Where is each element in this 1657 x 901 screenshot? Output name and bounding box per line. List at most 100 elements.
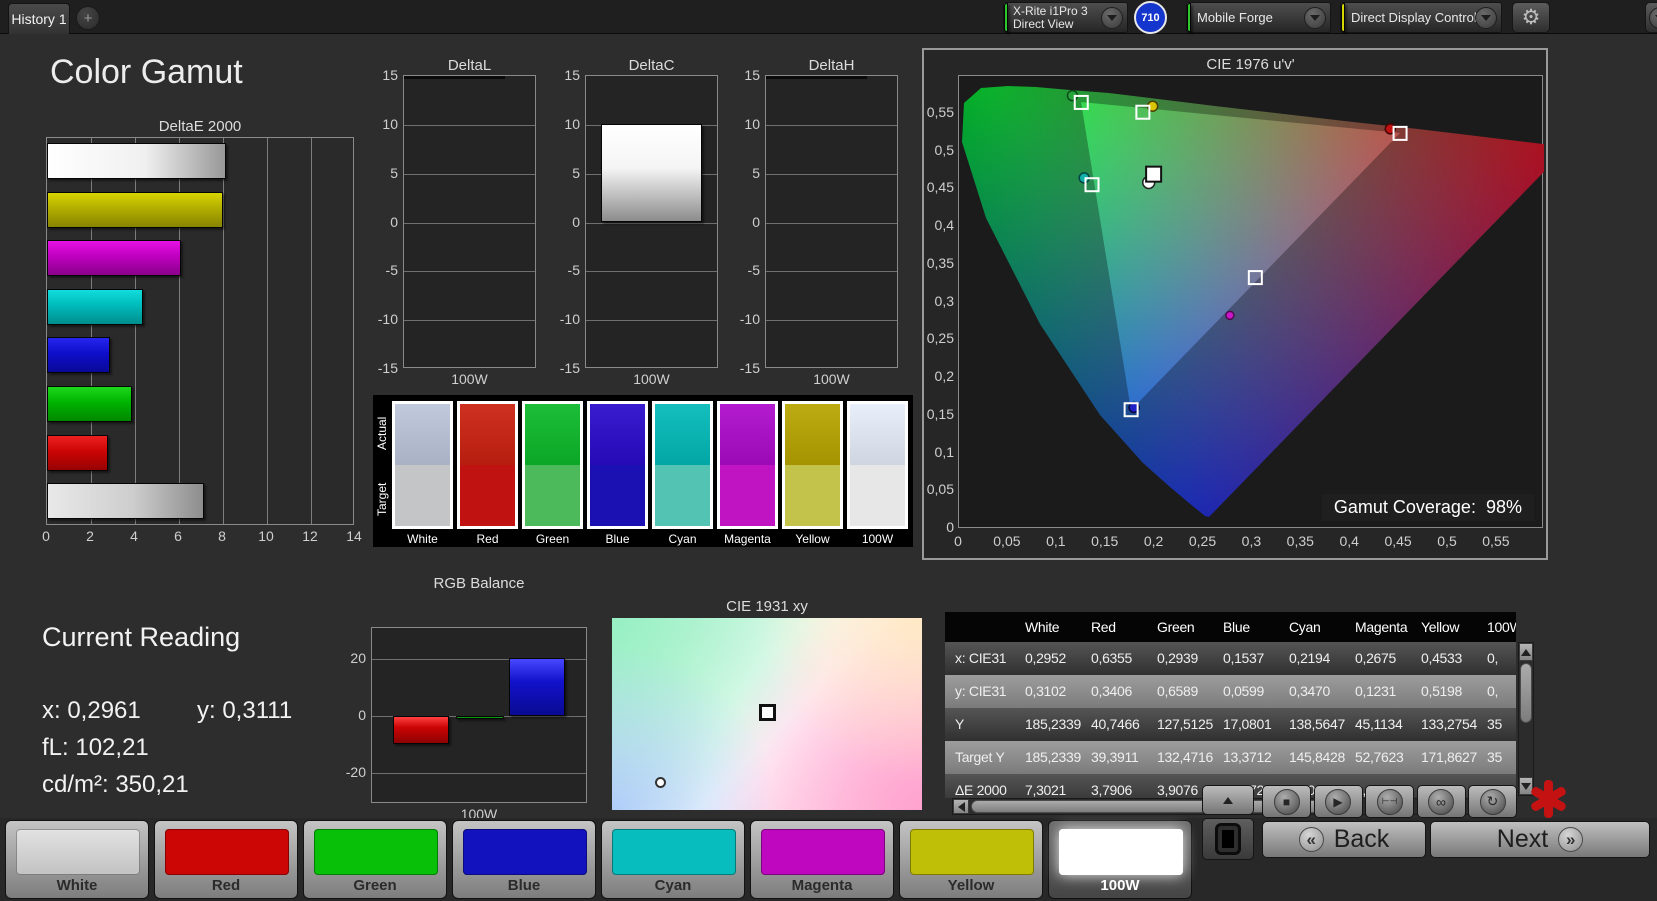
cie1931-target-marker (759, 704, 777, 722)
table-cell: 0,3406 (1091, 683, 1133, 699)
pattern-swatch (1059, 829, 1183, 875)
cie-x-tick: 0,2 (1143, 533, 1164, 549)
table-header-cell: White (1025, 619, 1060, 635)
cie-y-tick: 0,1 (934, 443, 954, 460)
cie1931-measured-marker (655, 777, 667, 789)
add-tab-button[interactable]: + (76, 6, 100, 30)
pattern-label: White (56, 877, 98, 894)
table-row: y: CIE31 0,3102 0,3406 0,6589 0,0599 0,3470 0,… (945, 675, 1516, 708)
pattern-button-yellow[interactable]: Yellow (899, 820, 1043, 899)
y-tick-label: 15 (744, 67, 760, 83)
target-swatch (460, 465, 515, 526)
top-bar: History 1 + X-Rite i1Pro 3 Direct View 71… (0, 0, 1657, 34)
source-status-bar (1187, 3, 1191, 32)
pattern-button-magenta[interactable]: Magenta (750, 820, 894, 899)
table-header-cell: 100W (1487, 619, 1516, 635)
table-cell: 0,2939 (1157, 650, 1199, 666)
actual-swatch (460, 404, 515, 465)
pattern-button-blue[interactable]: Blue (452, 820, 596, 899)
gridline (766, 173, 897, 175)
x-tick-label: 12 (302, 528, 318, 544)
deltae-bar-white (47, 143, 227, 179)
table-cell: 39,3911 (1091, 749, 1139, 765)
arrow-up-icon (1223, 796, 1233, 804)
gear-icon: ⚙ (1521, 6, 1541, 29)
vscroll-thumb[interactable] (1520, 663, 1532, 723)
pattern-button-red[interactable]: Red (154, 820, 298, 899)
pattern-swatch (314, 829, 438, 875)
table-cell: 35 (1487, 749, 1502, 765)
target-swatch (785, 465, 840, 526)
pattern-label: Green (353, 877, 397, 894)
gridline (766, 124, 897, 126)
delta-x-label: 100W (451, 371, 488, 387)
scroll-left-button[interactable] (953, 799, 969, 814)
y-tick-label: 15 (564, 67, 580, 83)
results-table: White Red Green Blue Cyan Magenta Yellow 100W x:… (945, 612, 1516, 798)
cie-x-tick: 0,35 (1286, 533, 1314, 549)
pattern-window-button[interactable] (1202, 818, 1254, 860)
pattern-button-cyan[interactable]: Cyan (601, 820, 745, 899)
pattern-swatch (761, 829, 885, 875)
cie-y-tick: 0,3 (934, 292, 954, 309)
x-tick-label: 4 (130, 528, 138, 544)
expand-patterns-button[interactable] (1202, 785, 1254, 815)
actual-swatch (395, 404, 450, 465)
table-header-cell: Cyan (1289, 619, 1321, 635)
display-control-dropdown[interactable]: Direct Display Control (1340, 2, 1502, 33)
stop-button[interactable]: ■ (1262, 785, 1311, 818)
chevron-left-icon: « (1298, 827, 1324, 852)
meter-dropdown[interactable]: X-Rite i1Pro 3 Direct View (1003, 2, 1128, 33)
deltae-x-axis: 0 2 4 6 8 10 12 14 (42, 528, 362, 546)
table-header-row: White Red Green Blue Cyan Magenta Yellow 100W (945, 612, 1516, 642)
meter-status-bar (1004, 3, 1008, 32)
y-tick-label: 10 (744, 115, 760, 132)
rgb-bar-red (393, 716, 449, 745)
rgb-bar-green (456, 716, 504, 719)
tab-history-1[interactable]: History 1 (8, 3, 70, 34)
chevron-down-icon (1304, 6, 1326, 29)
pattern-button-white[interactable]: White (5, 820, 149, 899)
app-window: History 1 + X-Rite i1Pro 3 Direct View 71… (0, 0, 1657, 901)
play-button[interactable]: ▶ (1313, 785, 1363, 818)
table-cell: 171,8627 (1421, 749, 1477, 765)
pattern-button-100w[interactable]: 100W (1048, 820, 1192, 899)
swatch-label: Blue (605, 532, 630, 546)
table-cell: 0,6355 (1091, 650, 1133, 666)
table-vscrollbar[interactable] (1518, 642, 1534, 796)
next-button[interactable]: Next » (1430, 821, 1650, 858)
table-cell: 52,7623 (1355, 749, 1404, 765)
y-tick-label: 15 (382, 67, 398, 83)
row-label: Target Y (955, 749, 1005, 765)
gridline (586, 271, 717, 273)
loop-button[interactable]: ∞ (1416, 785, 1466, 818)
back-button[interactable]: « Back (1262, 821, 1426, 858)
x-tick-label: 2 (86, 528, 94, 544)
cie-y-tick: 0,2 (934, 368, 954, 384)
chevron-down-icon (1475, 6, 1497, 29)
x-tick-label: 0 (42, 528, 50, 544)
cie1976-title: CIE 1976 u'v' (1206, 56, 1295, 73)
table-cell: 0,5198 (1421, 683, 1463, 699)
rgb-y-tick: 0 (358, 707, 366, 723)
table-cell: 133,2754 (1421, 716, 1477, 732)
gridline (586, 222, 717, 224)
actual-swatch (590, 404, 645, 465)
table-cell: 35 (1487, 716, 1502, 732)
swatch-label: Magenta (724, 532, 771, 546)
gridline (404, 320, 535, 322)
cie-x-tick: 0 (954, 533, 962, 549)
step-button[interactable]: ⊢⊣ (1365, 785, 1414, 818)
table-cell: 0,6589 (1157, 683, 1199, 699)
settings-button[interactable]: ⚙ (1512, 2, 1550, 33)
partial-edge-button[interactable] (1645, 2, 1657, 33)
gridline (766, 320, 897, 322)
swatch-label: Red (476, 532, 499, 546)
pattern-button-green[interactable]: Green (303, 820, 447, 899)
scroll-up-button[interactable] (1519, 643, 1533, 661)
refresh-button[interactable]: ↻ (1468, 785, 1517, 818)
target-point-white (1145, 165, 1163, 183)
chevron-down-icon (1101, 6, 1123, 29)
pattern-source-dropdown[interactable]: Mobile Forge (1186, 2, 1331, 33)
table-header-cell: Yellow (1421, 619, 1460, 635)
